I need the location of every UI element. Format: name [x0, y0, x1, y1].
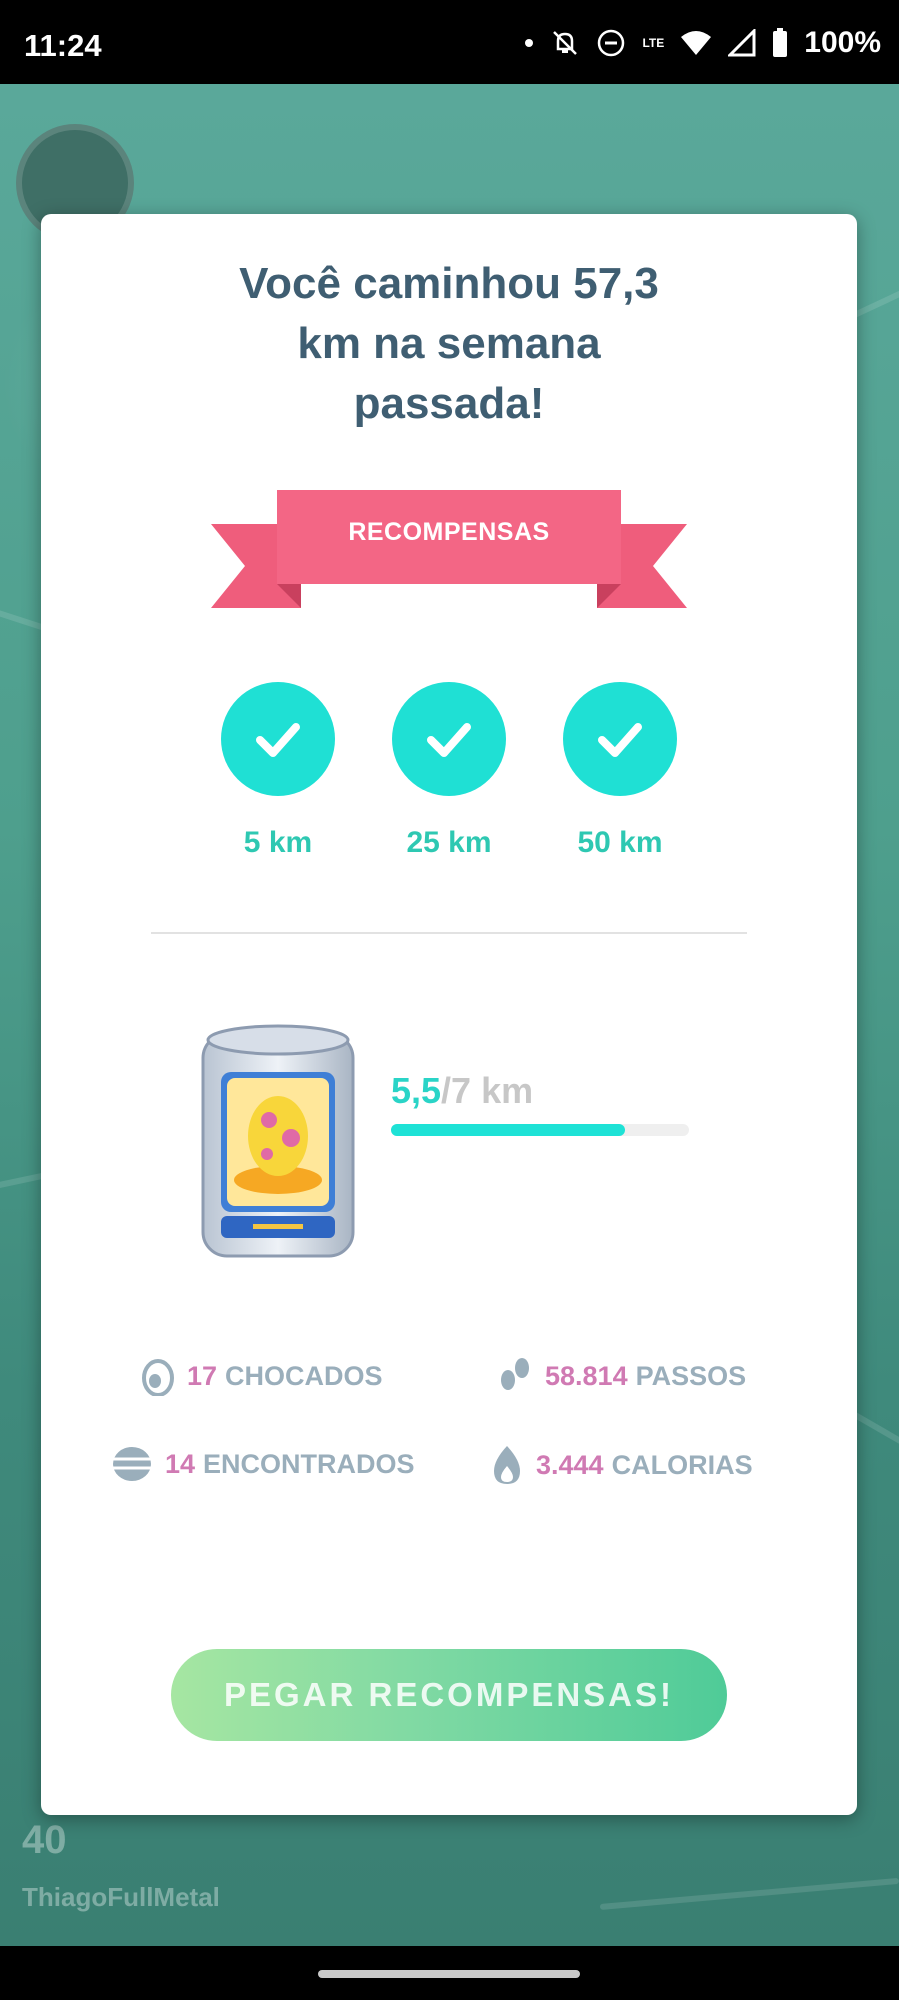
stat-encountered-value: 14	[165, 1448, 196, 1479]
stat-calories: 3.444 CALORIAS	[490, 1444, 753, 1486]
egg-progress-bar	[391, 1124, 689, 1136]
divider	[151, 932, 747, 934]
milestone-5km: 5 km	[198, 682, 358, 860]
footprints-icon	[497, 1356, 533, 1396]
title-line: passada!	[353, 379, 545, 428]
title-line: km na semana	[297, 319, 601, 368]
home-gesture-handle[interactable]	[318, 1970, 580, 1978]
volte-icon: LTE	[642, 37, 664, 49]
title-line: Você caminhou 57,3	[239, 259, 659, 308]
stat-steps-value: 58.814	[545, 1360, 628, 1391]
map-road	[599, 1877, 899, 1910]
milestone-25km: 25 km	[369, 682, 529, 860]
bell-off-icon	[550, 28, 580, 58]
milestone-label: 5 km	[243, 826, 313, 859]
check-icon	[392, 682, 506, 796]
battery-icon	[772, 28, 788, 58]
stat-encountered: 14 ENCONTRADOS	[111, 1444, 415, 1484]
milestone-label: 50 km	[577, 826, 663, 859]
milestone-label: 25 km	[406, 826, 492, 859]
stat-hatched: 17 CHOCADOS	[141, 1356, 383, 1396]
egg-icon	[141, 1356, 175, 1396]
stat-steps: 58.814 PASSOS	[497, 1356, 746, 1396]
do-not-disturb-icon	[596, 28, 626, 58]
dialog-title: Você caminhou 57,3 km na semana passada!	[41, 254, 857, 434]
pokeball-icon	[111, 1444, 153, 1484]
dot-icon	[524, 38, 534, 48]
egg-progress-current: 5,5	[391, 1070, 442, 1111]
status-bar: 11:24 LTE 100%	[0, 0, 899, 84]
stat-calories-value: 3.444	[536, 1449, 604, 1480]
wifi-icon	[680, 29, 712, 57]
ribbon-label: RECOMPENSAS	[348, 517, 550, 546]
milestone-50km: 50 km	[540, 682, 700, 860]
stat-calories-label: CALORIAS	[611, 1449, 753, 1480]
check-icon	[221, 682, 335, 796]
egg-progress-total: /7 km	[441, 1070, 534, 1111]
trainer-username: ThiagoFullMetal	[22, 1882, 220, 1912]
volte-label: LTE	[642, 36, 665, 50]
stat-encountered-label: ENCONTRADOS	[203, 1448, 415, 1479]
status-time: 11:24	[24, 28, 102, 63]
signal-icon	[728, 29, 756, 57]
stat-steps-label: PASSOS	[635, 1360, 747, 1391]
milestones: 5 km 25 km 50 km	[41, 682, 857, 872]
stat-hatched-label: CHOCADOS	[225, 1360, 383, 1391]
egg-progress-text: 5,5/7 km	[391, 1070, 533, 1112]
trainer-level: 40	[22, 1818, 67, 1862]
battery-percent: 100%	[804, 26, 881, 59]
weekly-rewards-dialog: Você caminhou 57,3 km na semana passada!…	[41, 214, 857, 1815]
claim-rewards-button[interactable]: PEGAR RECOMPENSAS!	[171, 1649, 727, 1741]
status-icons: LTE 100%	[524, 26, 881, 60]
flame-icon	[490, 1444, 524, 1486]
egg-progress-fill	[391, 1124, 626, 1136]
check-icon	[563, 682, 677, 796]
egg-incubator-icon	[201, 1024, 355, 1258]
stat-hatched-value: 17	[187, 1360, 218, 1391]
